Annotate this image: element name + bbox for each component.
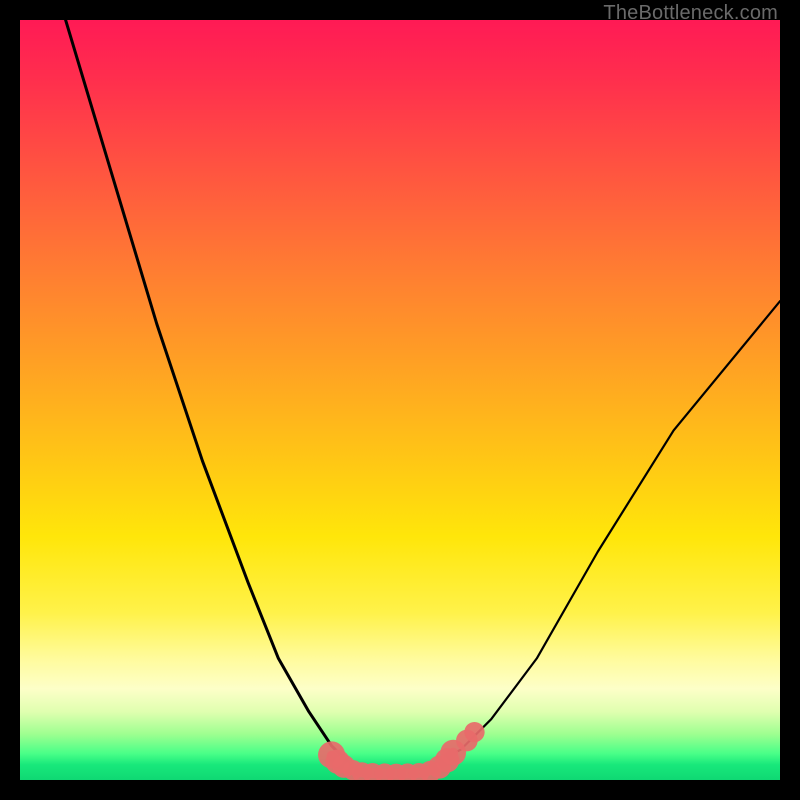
watermark-text: TheBottleneck.com — [603, 2, 778, 25]
valley-markers — [318, 722, 485, 780]
chart-frame: TheBottleneck.com — [0, 0, 800, 800]
curve-right-branch — [438, 301, 780, 761]
chart-svg — [20, 20, 780, 780]
curve-left-branch — [66, 20, 347, 761]
chart-plot-area — [20, 20, 780, 780]
